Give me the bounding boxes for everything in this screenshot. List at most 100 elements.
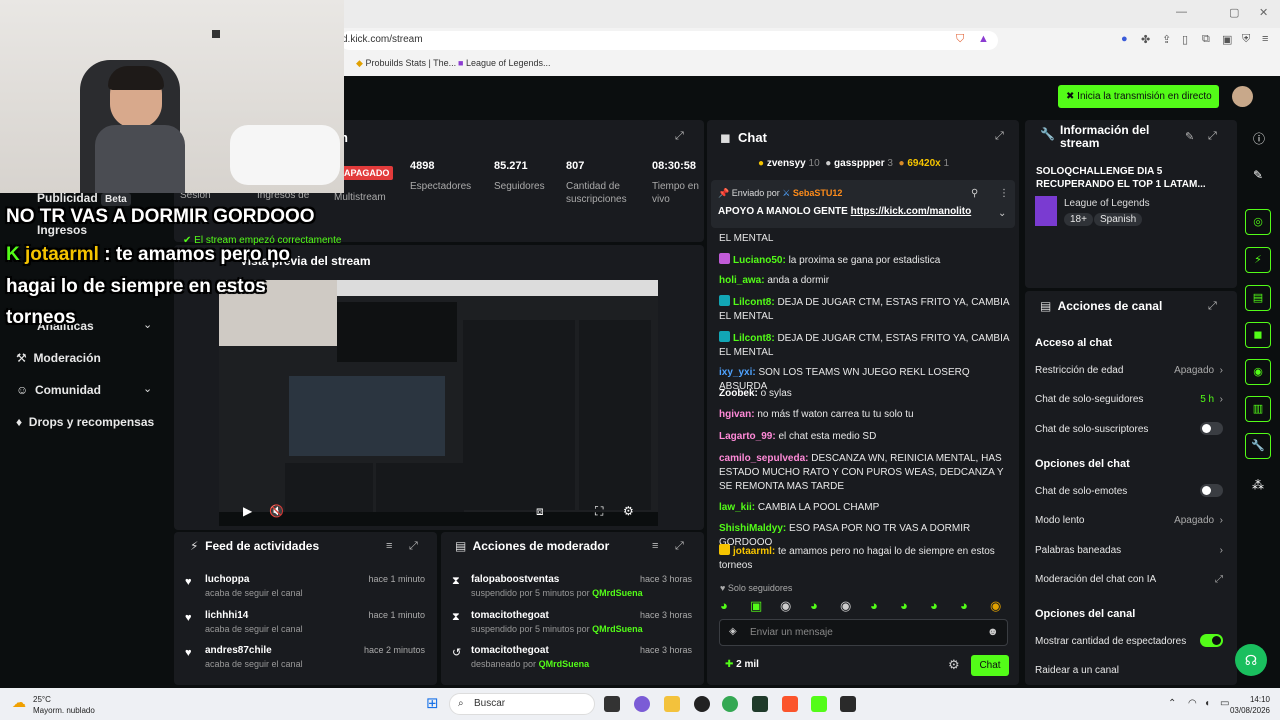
- share-icon[interactable]: ⇪: [1162, 33, 1171, 46]
- stream-preview-video[interactable]: ▶ 🔇 ⧈ ⛶ ⚙: [219, 280, 658, 526]
- extension-icon[interactable]: ●: [1121, 33, 1128, 45]
- settings-icon[interactable]: ⚙: [948, 657, 960, 673]
- tray-chevron-icon[interactable]: ⌃: [1168, 698, 1176, 709]
- help-button[interactable]: ☊: [1235, 644, 1267, 676]
- app-icon[interactable]: [752, 696, 768, 712]
- sidebar-icon[interactable]: ▯: [1182, 33, 1188, 46]
- sidebar-item-publicidad[interactable]: Publicidad Beta: [37, 191, 131, 206]
- toggle-switch[interactable]: [1200, 422, 1223, 435]
- user-avatar[interactable]: [1232, 86, 1253, 107]
- settings-icon[interactable]: ⚙: [623, 504, 634, 518]
- chat-app-icon[interactable]: [634, 696, 650, 712]
- play-icon[interactable]: ▶: [243, 504, 252, 518]
- folder-icon[interactable]: [664, 696, 680, 712]
- camera-icon[interactable]: ◎: [1245, 209, 1271, 235]
- wallet-icon[interactable]: ▣: [1222, 33, 1232, 46]
- sidebar-item-comunidad[interactable]: ☺ Comunidad: [16, 383, 101, 397]
- emote-icon[interactable]: ◕: [810, 598, 818, 613]
- setting-subs-only[interactable]: Chat de solo-suscriptores: [1035, 422, 1223, 435]
- puzzle-icon[interactable]: ✤: [1141, 33, 1150, 46]
- screenshot-icon[interactable]: ⧉: [1202, 33, 1210, 46]
- weather-widget[interactable]: 25°C Mayorm. nublado: [33, 694, 95, 716]
- emote-icon[interactable]: ▣: [750, 598, 762, 614]
- chat-message: holi_awa: anda a dormir: [719, 275, 830, 286]
- pinned-link[interactable]: https://kick.com/manolito: [851, 206, 972, 217]
- wrench-icon[interactable]: 🔧: [1245, 433, 1271, 459]
- bolt-icon: ⚡: [190, 539, 199, 553]
- multistream-label[interactable]: Multistream: [334, 192, 386, 203]
- broadcast-icon[interactable]: ◉: [1245, 359, 1271, 385]
- mute-icon[interactable]: 🔇: [269, 504, 284, 518]
- pip-icon[interactable]: ⧈: [536, 504, 544, 519]
- edit-icon[interactable]: ✎: [1253, 168, 1263, 182]
- edit-icon[interactable]: ✎: [1185, 130, 1194, 143]
- app-icon[interactable]: [694, 696, 710, 712]
- toggle-switch[interactable]: [1200, 484, 1223, 497]
- expand-icon[interactable]: ⤢: [995, 130, 1004, 143]
- info-icon[interactable]: ⓘ: [1253, 130, 1265, 147]
- expand-icon[interactable]: ⤢: [409, 540, 418, 553]
- maximize-icon[interactable]: ▢: [1229, 6, 1239, 19]
- emoji-icon[interactable]: ☻: [987, 626, 999, 638]
- emote-icon[interactable]: ◕: [960, 598, 968, 613]
- setting-banned-words[interactable]: Palabras baneadas ›: [1035, 545, 1223, 556]
- windows-start-icon[interactable]: ⊞: [426, 694, 439, 712]
- golive-button[interactable]: ✖ Inicia la transmisión en directo: [1058, 85, 1219, 108]
- close-window-icon[interactable]: ✕: [1259, 6, 1268, 19]
- expand-icon[interactable]: ⤢: [1208, 130, 1217, 143]
- setting-ai-moderation[interactable]: Moderación del chat con IA ⤢: [1035, 574, 1223, 585]
- filter-icon[interactable]: ≡: [386, 540, 392, 552]
- setting-slow-mode[interactable]: Modo lento Apagado ›: [1035, 515, 1223, 526]
- chevron-down-icon[interactable]: ⌄: [998, 208, 1006, 219]
- chevron-down-icon[interactable]: ⌄: [143, 318, 152, 331]
- setting-followers-only[interactable]: Chat de solo-seguidores 5 h ›: [1035, 394, 1223, 405]
- clipboard-icon[interactable]: ▤: [1245, 285, 1271, 311]
- expand-icon[interactable]: ⤢: [1208, 300, 1217, 313]
- sidebar-item-drops[interactable]: ♦ Drops y recompensas: [16, 415, 154, 429]
- app-icon[interactable]: [840, 696, 856, 712]
- taskbar-search[interactable]: [449, 693, 595, 715]
- bolt-icon[interactable]: ⚡: [1245, 247, 1271, 273]
- expand-icon[interactable]: ⤢: [675, 130, 684, 143]
- toggle-switch[interactable]: [1200, 634, 1223, 647]
- brave-shield-icon[interactable]: ⛉: [956, 33, 964, 46]
- chrome-icon[interactable]: [722, 696, 738, 712]
- setting-emotes-only[interactable]: Chat de solo-emotes: [1035, 484, 1223, 497]
- chevron-down-icon[interactable]: ⌄: [143, 382, 152, 395]
- clock[interactable]: 14:10 03/08/2026: [1226, 694, 1270, 716]
- weather-icon[interactable]: ☁: [12, 694, 26, 711]
- task-view-icon[interactable]: [604, 696, 620, 712]
- emote-icon[interactable]: ◕: [870, 598, 878, 613]
- menu-icon[interactable]: ≡: [1262, 33, 1268, 45]
- fullscreen-icon[interactable]: ⛶: [595, 504, 603, 519]
- rewards-icon[interactable]: ▲: [978, 33, 989, 45]
- setting-age[interactable]: Restricción de edad Apagado ›: [1035, 365, 1223, 376]
- apps-icon[interactable]: ⁂: [1252, 478, 1264, 492]
- emote-icon[interactable]: ◉: [780, 598, 791, 614]
- chat-message: hgivan: no más tf waton carrea tu tu sol…: [719, 409, 914, 420]
- emote-icon[interactable]: ◕: [930, 598, 938, 613]
- layout-icon[interactable]: ▥: [1245, 396, 1271, 422]
- chat-send-button[interactable]: Chat: [971, 655, 1009, 676]
- more-icon[interactable]: ⋮: [999, 188, 1009, 199]
- emote-icon[interactable]: ◕: [900, 598, 908, 613]
- bookmark-lol[interactable]: ■ League of Legends...: [458, 58, 551, 68]
- kick-icon[interactable]: [811, 696, 827, 712]
- expand-icon[interactable]: ⤢: [675, 540, 684, 553]
- emote-icon[interactable]: ◉: [840, 598, 851, 614]
- brave-icon[interactable]: [782, 696, 798, 712]
- filter-icon[interactable]: ≡: [652, 540, 658, 552]
- bookmark-probuilds[interactable]: ◆ Probuilds Stats | The...: [356, 58, 456, 69]
- wifi-icon[interactable]: ◠: [1188, 698, 1197, 709]
- setting-show-viewers[interactable]: Mostrar cantidad de espectadores: [1035, 634, 1223, 647]
- sidebar-item-moderacion[interactable]: ⚒ Moderación: [16, 351, 101, 365]
- minimize-icon[interactable]: —: [1176, 6, 1187, 18]
- volume-icon[interactable]: ◖: [1204, 698, 1210, 709]
- emote-icon[interactable]: ◕: [720, 598, 728, 613]
- address-bar[interactable]: d.kick.com/stream: [340, 31, 998, 50]
- pin-icon[interactable]: ⚲: [971, 188, 978, 199]
- chat-icon[interactable]: ◼: [1245, 322, 1271, 348]
- setting-raid[interactable]: Raidear a un canal: [1035, 665, 1223, 676]
- vpn-icon[interactable]: ⛨: [1242, 33, 1250, 46]
- emote-icon[interactable]: ◉: [990, 598, 1001, 614]
